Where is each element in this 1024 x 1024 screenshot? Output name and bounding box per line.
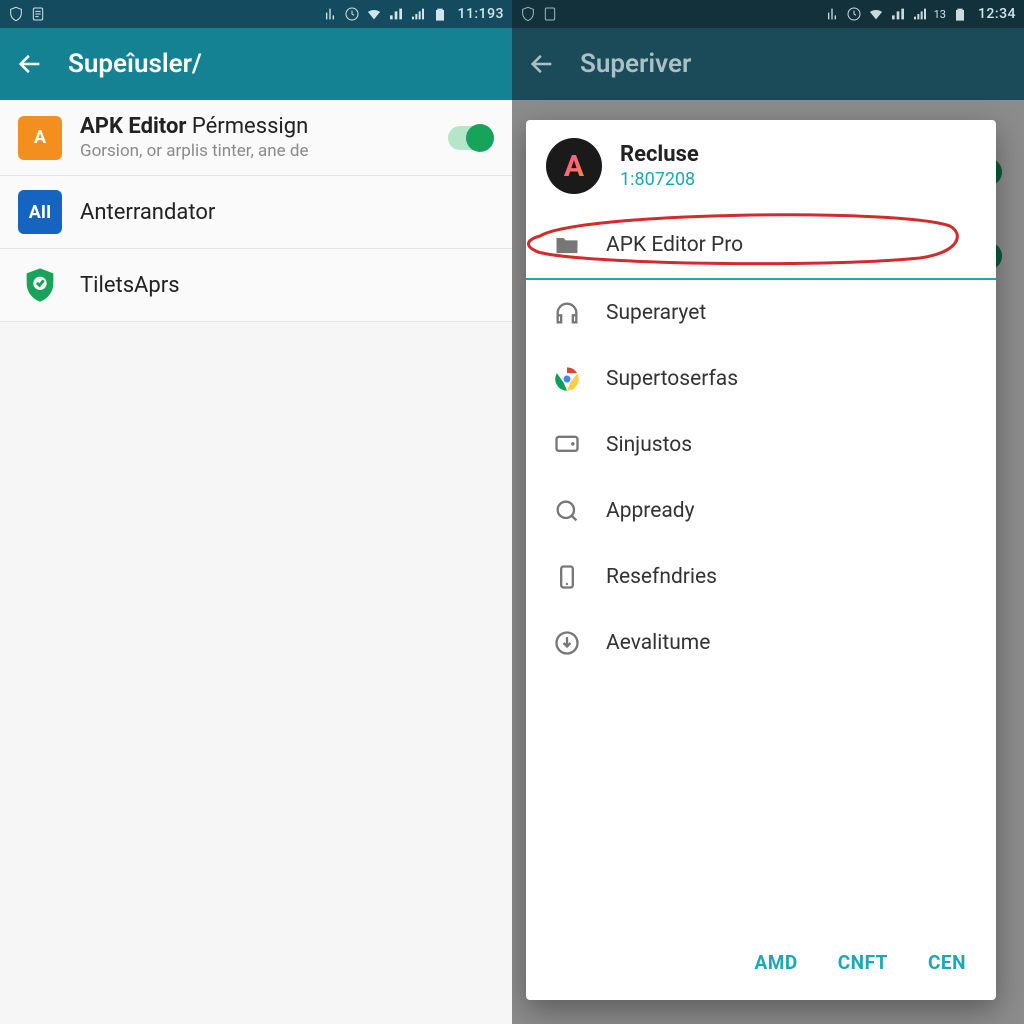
folder-icon [552,230,582,260]
dialog-item[interactable]: Resefndries [526,544,996,610]
signal2-icon [410,6,426,22]
avatar-letter: A [564,149,584,184]
clock-icon [344,6,360,22]
status-bar: 13 12:34 [512,0,1024,28]
dialog-header: A Recluse 1:807208 [526,120,996,212]
clock-icon [846,6,862,22]
dialog-app-list: APK Editor Pro Superaryet Supertoserfas … [526,212,996,931]
dialog-item-label: Superaryet [606,301,706,325]
dialog-action-button[interactable]: CNFT [838,951,888,974]
data-icon [824,6,840,22]
dialog-item-apk-editor[interactable]: APK Editor Pro [526,212,996,280]
app-bar: Superiver [512,28,1024,100]
dialog-item-label: APK Editor Pro [606,233,743,257]
signal-icon [890,6,906,22]
dialog-action-button[interactable]: AMD [754,951,797,974]
back-button[interactable] [16,50,44,78]
list-item[interactable]: A APK Editor Pérmessign Gorsion, or arpl… [0,100,512,176]
dialog-item-label: Supertoserfas [606,367,738,391]
shield-app-icon [18,263,62,307]
permission-toggle[interactable] [448,126,494,150]
shield-status-icon [8,6,24,22]
shield-status-icon [520,6,536,22]
dialog-item[interactable]: Superaryet [526,280,996,346]
dialog-item[interactable]: Aevalitume [526,610,996,676]
signal-icon [388,6,404,22]
dialog-item[interactable]: Supertoserfas [526,346,996,412]
monitor-icon [552,430,582,460]
dialog-avatar: A [546,138,602,194]
app-icon: AII [18,190,62,234]
list-item[interactable]: AII Anterrandator [0,176,512,249]
status-time: 11:193 [458,6,504,22]
doc-status-icon [542,6,558,22]
data-icon [322,6,338,22]
dialog-item-label: Sinjustos [606,433,692,457]
app-icon: A [18,116,62,160]
headphones-icon [552,298,582,328]
signal2-icon [912,6,928,22]
item-sub: Gorsion, or arplis tinter, ane de [80,141,430,161]
item-title: TiletsAprs [80,273,494,298]
app-bar: Supeîusler/ [0,28,512,100]
item-title: Anterrandator [80,200,494,225]
search-icon [552,496,582,526]
doc-status-icon [30,6,46,22]
dialog-action-button[interactable]: CEN [928,951,966,974]
list-item[interactable]: TiletsAprs [0,249,512,322]
battery-pct: 13 [934,8,946,21]
status-bar: 11:193 [0,0,512,28]
right-screen: 13 12:34 Superiver A Recluse 1:807208 [512,0,1024,1024]
battery-icon [432,6,448,22]
app-title: Superiver [580,49,691,79]
dialog-item-label: Resefndries [606,565,717,589]
dialog-item[interactable]: Appready [526,478,996,544]
wifi-icon [366,6,382,22]
back-arrow-icon [528,50,556,78]
shield-icon [20,265,60,305]
left-screen: 11:193 Supeîusler/ A APK Editor Pérmessi… [0,0,512,1024]
phone-icon [552,562,582,592]
wifi-icon [868,6,884,22]
item-title: APK Editor Pérmessign [80,114,430,139]
app-chooser-dialog: A Recluse 1:807208 APK Editor Pro Supera… [526,120,996,1000]
dialog-item[interactable]: Sinjustos [526,412,996,478]
dialog-actions: AMD CNFT CEN [526,931,996,1000]
app-permission-list: A APK Editor Pérmessign Gorsion, or arpl… [0,100,512,322]
download-icon [552,628,582,658]
status-time: 12:34 [978,6,1016,22]
dialog-app-name: Recluse [620,142,699,167]
dialog-app-version: 1:807208 [620,169,699,190]
back-button[interactable] [528,50,556,78]
app-title: Supeîusler/ [68,49,202,79]
battery-icon [952,6,968,22]
chrome-icon [552,364,582,394]
back-arrow-icon [16,50,44,78]
dialog-item-label: Aevalitume [606,631,710,655]
dialog-item-label: Appready [606,499,695,523]
